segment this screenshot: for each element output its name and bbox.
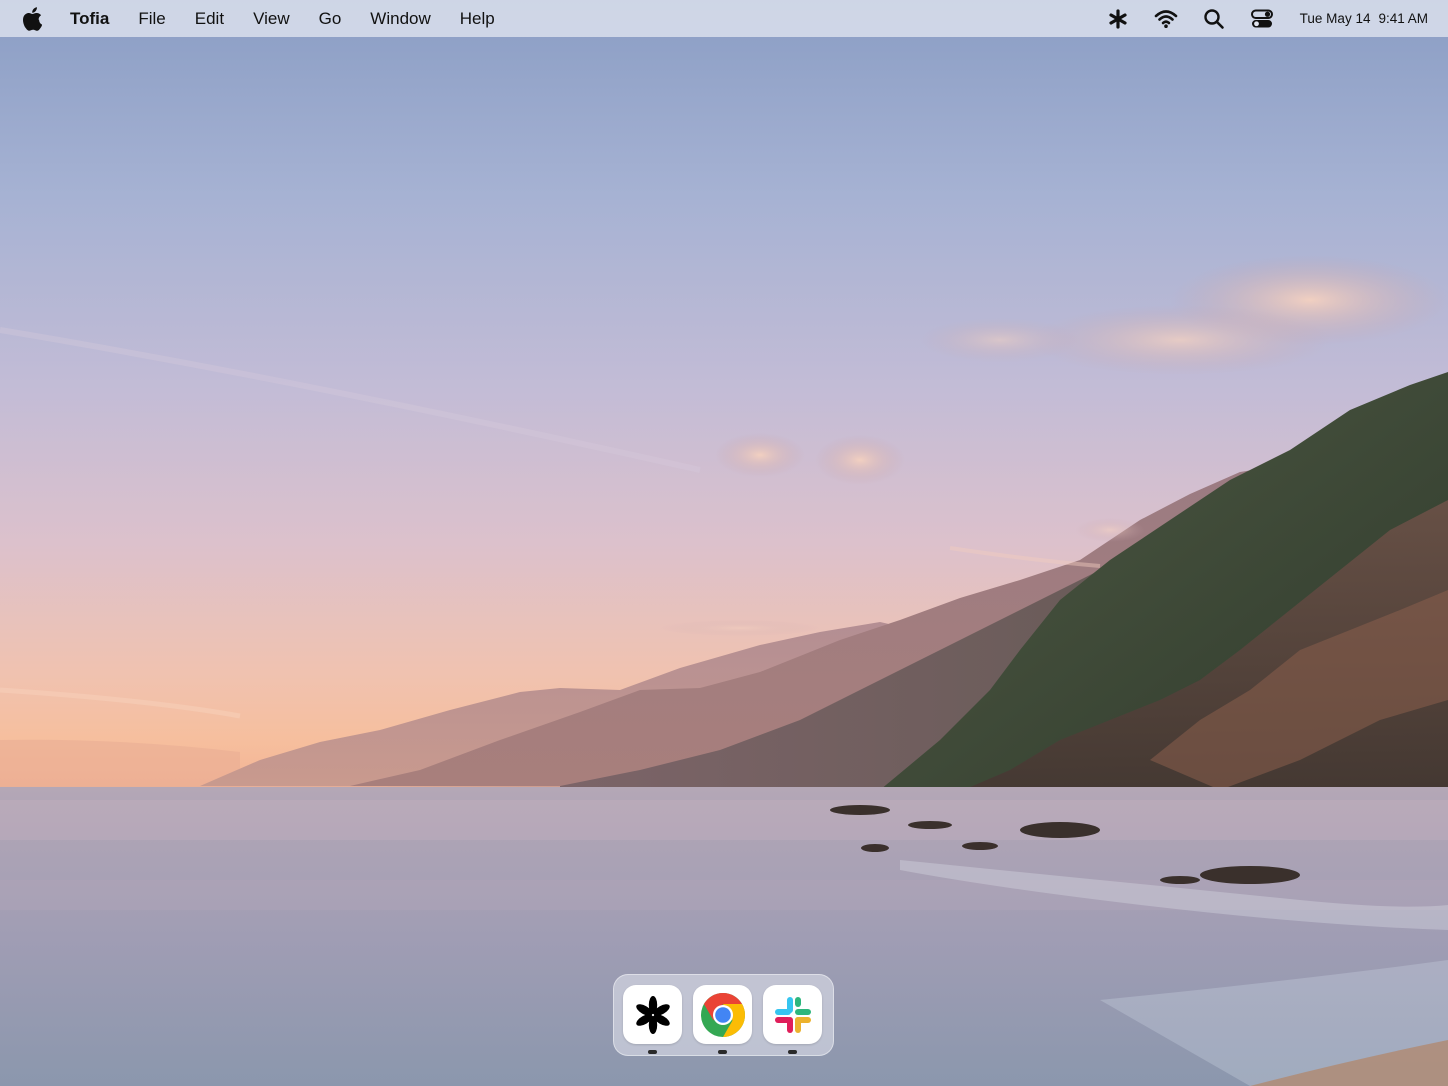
dock-item-chrome[interactable] [693,985,752,1054]
edit-menu[interactable]: Edit [180,0,238,37]
help-menu[interactable]: Help [445,0,509,37]
search-icon[interactable] [1202,7,1226,31]
dock-item-asterisk-app[interactable] [623,985,682,1054]
slack-icon[interactable] [763,985,822,1044]
desktop: Tofia File Edit View Go Window Help Tue … [0,0,1448,1086]
file-menu[interactable]: File [124,0,180,37]
asterisk-app-icon[interactable] [623,985,682,1044]
control-center-icon[interactable] [1250,7,1274,31]
running-indicator [788,1050,797,1054]
status-area: Tue May 14 9:41 AM [1106,0,1448,37]
view-menu[interactable]: View [239,0,305,37]
chrome-icon[interactable] [693,985,752,1044]
wallpaper [0,255,1448,1086]
running-indicator [648,1050,657,1054]
menu-bar: Tofia File Edit View Go Window Help Tue … [0,0,1448,37]
asterisk-icon[interactable] [1106,7,1130,31]
dock-item-slack[interactable] [763,985,822,1054]
menu-bar-clock[interactable]: Tue May 14 9:41 AM [1300,11,1428,26]
running-indicator [718,1050,727,1054]
window-menu[interactable]: Window [356,0,445,37]
dock [613,974,834,1056]
clock-date: Tue May 14 [1299,11,1371,26]
wifi-icon[interactable] [1154,7,1178,31]
go-menu[interactable]: Go [304,0,356,37]
clock-time: 9:41 AM [1378,11,1428,26]
apple-menu-icon[interactable] [21,6,43,31]
app-name-menu[interactable]: Tofia [70,0,124,37]
menu-items: Tofia File Edit View Go Window Help [70,0,509,37]
